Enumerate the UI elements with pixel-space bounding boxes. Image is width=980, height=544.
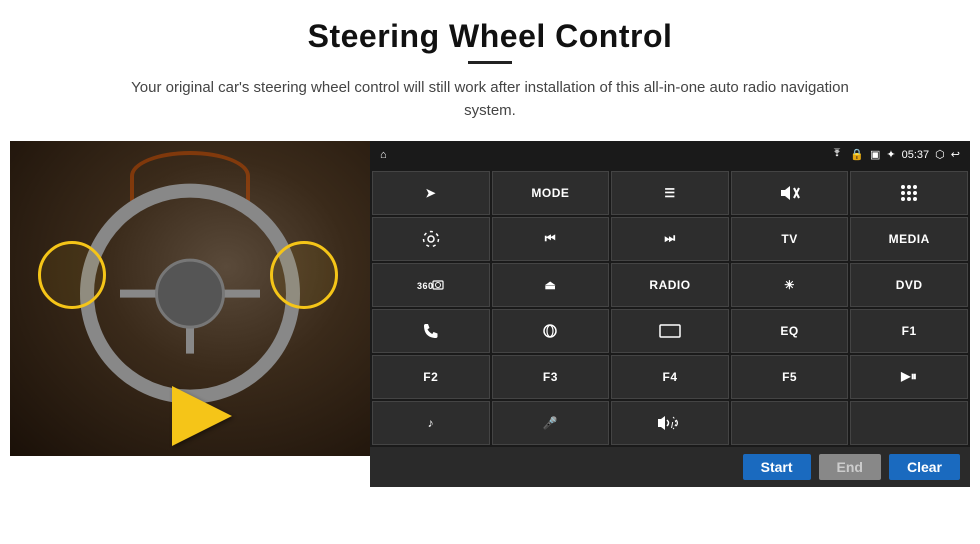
- home-icon[interactable]: ⌂: [380, 149, 387, 161]
- page-subtitle: Your original car's steering wheel contr…: [120, 76, 860, 123]
- playpause-button[interactable]: ▶⏸: [850, 355, 968, 399]
- media-button[interactable]: MEDIA: [850, 217, 968, 261]
- empty2: [850, 401, 968, 445]
- arrow-indicator: [172, 386, 232, 446]
- next-button[interactable]: ⏭: [611, 217, 729, 261]
- rect-button[interactable]: [611, 309, 729, 353]
- svg-text:/: /: [671, 421, 674, 430]
- control-panel: ⌂ 🔒 ▣ ✦ 05:37 ⬡ ↩: [370, 141, 970, 487]
- button-grid: ➤ MODE ☰: [370, 169, 970, 447]
- swipe-button[interactable]: [492, 309, 610, 353]
- f3-button[interactable]: F3: [492, 355, 610, 399]
- sim-icon: ▣: [870, 148, 880, 161]
- empty1: [731, 401, 849, 445]
- mode-button[interactable]: MODE: [492, 171, 610, 215]
- mute-button[interactable]: [731, 171, 849, 215]
- page-title: Steering Wheel Control: [308, 18, 673, 55]
- time-display: 05:37: [902, 149, 930, 161]
- end-button[interactable]: End: [819, 454, 881, 480]
- f2-button[interactable]: F2: [372, 355, 490, 399]
- vol-phone-button[interactable]: /: [611, 401, 729, 445]
- svg-text:360: 360: [417, 281, 434, 291]
- steering-wheel-image: [10, 141, 370, 456]
- bt-icon: ✦: [886, 148, 895, 161]
- cast-icon: ⬡: [935, 148, 945, 161]
- title-divider: [468, 61, 512, 64]
- nav-button[interactable]: ➤: [372, 171, 490, 215]
- start-button[interactable]: Start: [743, 454, 811, 480]
- brightness-button[interactable]: ☀: [731, 263, 849, 307]
- settings-button[interactable]: [372, 217, 490, 261]
- radio-button[interactable]: RADIO: [611, 263, 729, 307]
- clear-button[interactable]: Clear: [889, 454, 960, 480]
- tv-button[interactable]: TV: [731, 217, 849, 261]
- right-control-highlight: [270, 241, 338, 309]
- back-icon[interactable]: ↩: [951, 148, 960, 161]
- eject-button[interactable]: ⏏: [492, 263, 610, 307]
- cam360-button[interactable]: 360: [372, 263, 490, 307]
- left-control-highlight: [38, 241, 106, 309]
- phone-button[interactable]: [372, 309, 490, 353]
- prev-button[interactable]: ⏮: [492, 217, 610, 261]
- wifi-icon: [830, 148, 844, 161]
- eq-button[interactable]: EQ: [731, 309, 849, 353]
- lock-icon: 🔒: [850, 148, 864, 161]
- content-row: ⌂ 🔒 ▣ ✦ 05:37 ⬡ ↩: [10, 141, 970, 487]
- mic-button[interactable]: 🎤: [492, 401, 610, 445]
- bottom-action-bar: Start End Clear: [370, 447, 970, 487]
- music-button[interactable]: ♪: [372, 401, 490, 445]
- f4-button[interactable]: F4: [611, 355, 729, 399]
- status-bar: ⌂ 🔒 ▣ ✦ 05:37 ⬡ ↩: [370, 141, 970, 169]
- apps-button[interactable]: [850, 171, 968, 215]
- f5-button[interactable]: F5: [731, 355, 849, 399]
- list-button[interactable]: ☰: [611, 171, 729, 215]
- dvd-button[interactable]: DVD: [850, 263, 968, 307]
- f1-button[interactable]: F1: [850, 309, 968, 353]
